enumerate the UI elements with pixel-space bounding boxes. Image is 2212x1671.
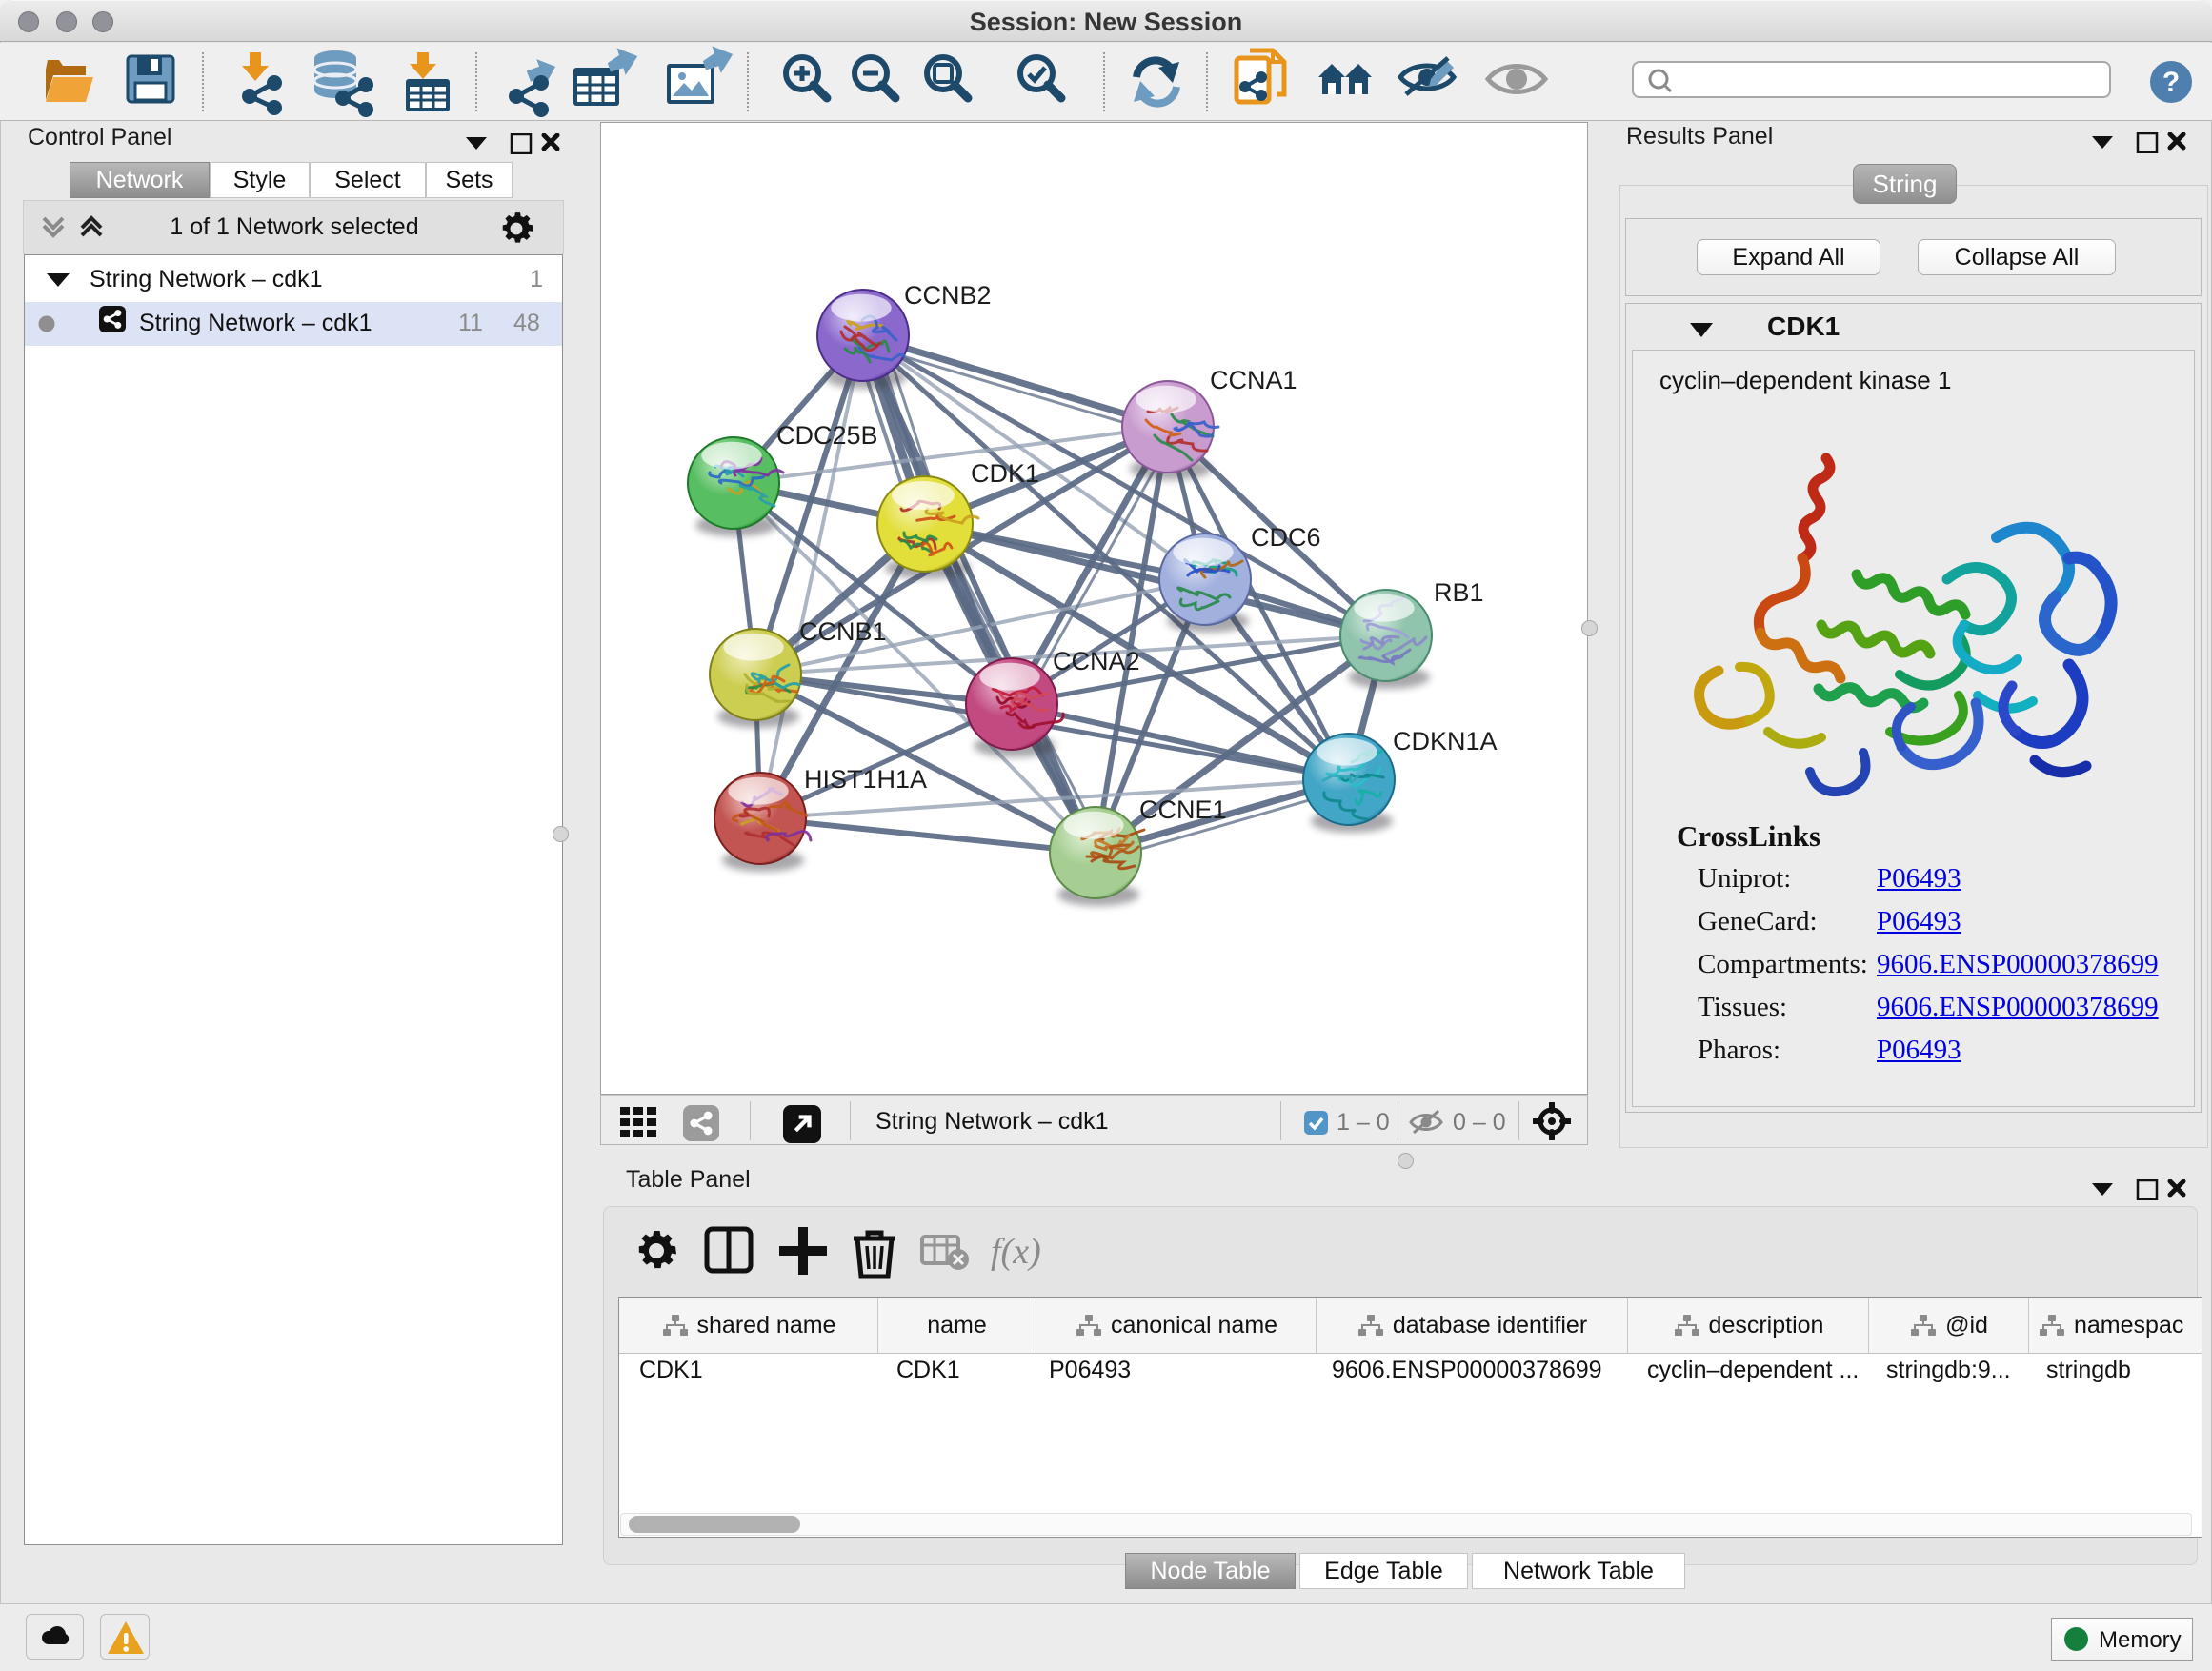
svg-text:CCNA2: CCNA2 [1053,647,1140,675]
svg-text:CDK1: CDK1 [971,459,1039,488]
svg-text:?: ? [2162,67,2180,98]
svg-text:HIST1H1A: HIST1H1A [804,765,927,794]
svg-text:CCNB1: CCNB1 [799,617,887,646]
svg-text:f(x): f(x) [991,1232,1041,1272]
svg-text:CCNE1: CCNE1 [1139,795,1227,824]
svg-text:CCNB2: CCNB2 [904,281,992,310]
svg-text:RB1: RB1 [1434,578,1484,607]
svg-text:CDC6: CDC6 [1251,523,1321,552]
svg-text:CDC25B: CDC25B [776,421,878,450]
svg-text:CCNA1: CCNA1 [1210,366,1297,394]
svg-text:CDKN1A: CDKN1A [1393,727,1498,755]
